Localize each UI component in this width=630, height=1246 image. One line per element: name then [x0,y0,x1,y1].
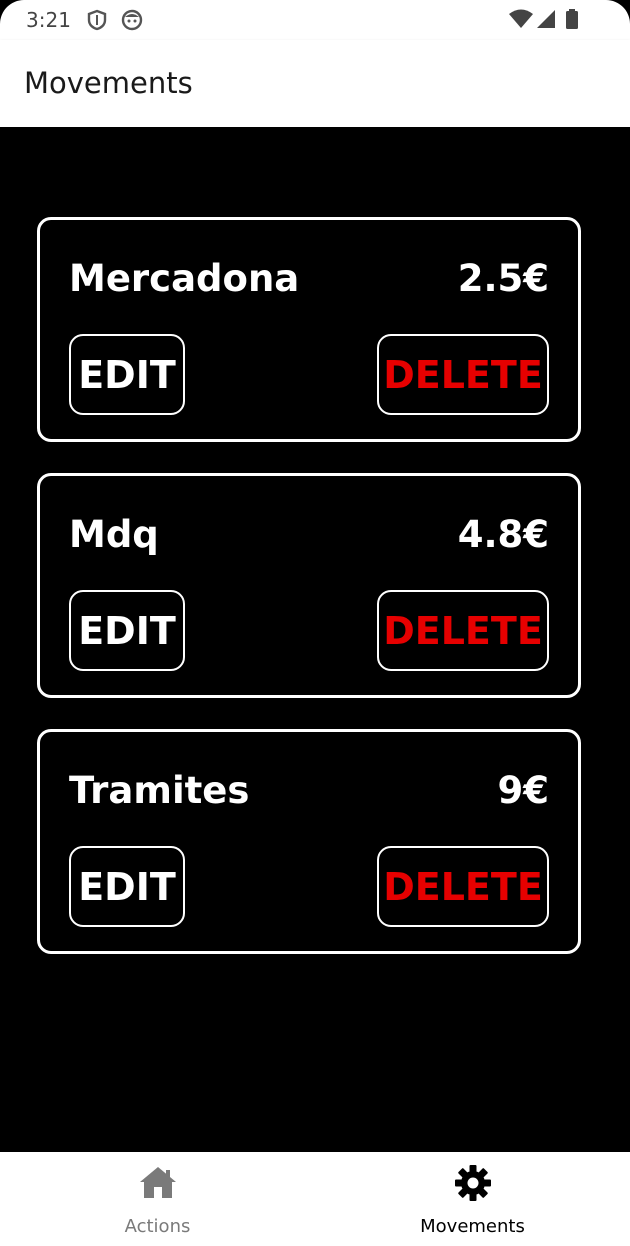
delete-button[interactable]: DELETE [377,590,549,671]
signal-icon [535,9,557,31]
wifi-icon [508,9,534,31]
movement-card-mdq: Mdq 4.8€ EDIT DELETE [37,473,581,698]
status-bar: 3:21 [0,0,630,40]
face-icon [121,9,143,31]
movement-name: Mercadona [69,257,300,300]
movement-card-tramites: Tramites 9€ EDIT DELETE [37,729,581,954]
gear-icon [453,1163,493,1203]
delete-button[interactable]: DELETE [377,334,549,415]
movement-card-mercadona: Mercadona 2.5€ EDIT DELETE [37,217,581,442]
movement-amount: 9€ [497,769,550,812]
app-bar: Movements [0,40,630,127]
battery-icon [565,9,579,31]
edit-button[interactable]: EDIT [69,846,185,927]
bottom-nav: Actions Movements [0,1152,630,1246]
shield-icon [86,9,108,31]
edit-button[interactable]: EDIT [69,334,185,415]
movement-amount: 4.8€ [457,513,549,556]
movements-list: Mercadona 2.5€ EDIT DELETE Mdq 4.8€ EDIT… [0,127,630,1152]
nav-item-movements[interactable]: Movements [315,1152,630,1246]
delete-button[interactable]: DELETE [377,846,549,927]
edit-button[interactable]: EDIT [69,590,185,671]
home-icon [138,1163,178,1203]
movement-amount: 2.5€ [457,257,549,300]
status-time: 3:21 [26,8,71,32]
movement-name: Tramites [69,769,250,812]
nav-item-actions[interactable]: Actions [0,1152,315,1246]
nav-label-movements: Movements [420,1216,525,1237]
page-title: Movements [24,66,193,100]
movement-name: Mdq [69,513,159,556]
nav-label-actions: Actions [124,1216,191,1237]
